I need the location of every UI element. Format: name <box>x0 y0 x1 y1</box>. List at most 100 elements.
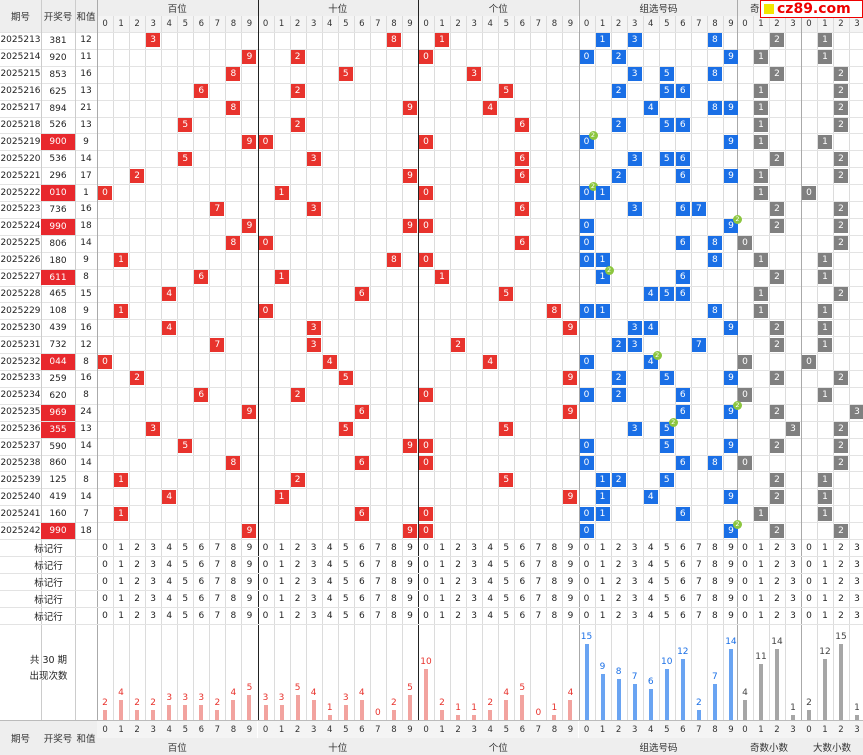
mark-cell[interactable]: 5 <box>498 573 514 590</box>
mark-cell[interactable]: 3 <box>466 539 482 556</box>
mark-cell[interactable]: 2 <box>833 607 849 624</box>
mark-cell[interactable]: 5 <box>338 573 354 590</box>
mark-cell[interactable]: 9 <box>241 556 257 573</box>
mark-cell[interactable]: 0 <box>579 573 595 590</box>
mark-cell[interactable]: 2 <box>290 573 306 590</box>
mark-cell[interactable]: 8 <box>386 573 402 590</box>
mark-cell[interactable]: 2 <box>129 556 145 573</box>
mark-cell[interactable]: 3 <box>785 539 801 556</box>
mark-cell[interactable]: 2 <box>611 539 627 556</box>
mark-cell[interactable]: 0 <box>737 590 753 607</box>
mark-cell[interactable]: 7 <box>691 556 707 573</box>
mark-cell[interactable]: 2 <box>450 556 466 573</box>
mark-cell[interactable]: 9 <box>562 539 578 556</box>
mark-cell[interactable]: 3 <box>627 590 643 607</box>
mark-cell[interactable]: 5 <box>498 539 514 556</box>
mark-cell[interactable]: 2 <box>290 556 306 573</box>
mark-row-label[interactable]: 标记行 <box>0 573 97 590</box>
mark-cell[interactable]: 3 <box>145 590 161 607</box>
mark-cell[interactable]: 5 <box>659 573 675 590</box>
mark-cell[interactable]: 3 <box>145 539 161 556</box>
mark-cell[interactable]: 3 <box>785 573 801 590</box>
mark-row-label[interactable]: 标记行 <box>0 556 97 573</box>
mark-cell[interactable]: 4 <box>482 573 498 590</box>
mark-cell[interactable]: 3 <box>627 607 643 624</box>
mark-cell[interactable]: 2 <box>290 607 306 624</box>
mark-cell[interactable]: 7 <box>530 573 546 590</box>
mark-cell[interactable]: 6 <box>675 607 691 624</box>
mark-cell[interactable]: 1 <box>113 607 129 624</box>
mark-cell[interactable]: 7 <box>370 556 386 573</box>
mark-cell[interactable]: 6 <box>514 539 530 556</box>
mark-cell[interactable]: 1 <box>817 607 833 624</box>
mark-cell[interactable]: 7 <box>691 590 707 607</box>
mark-cell[interactable]: 4 <box>482 607 498 624</box>
mark-cell[interactable]: 4 <box>322 573 338 590</box>
mark-cell[interactable]: 0 <box>418 590 434 607</box>
mark-cell[interactable]: 5 <box>498 556 514 573</box>
mark-cell[interactable]: 5 <box>177 539 193 556</box>
mark-cell[interactable]: 1 <box>113 556 129 573</box>
mark-cell[interactable]: 9 <box>562 607 578 624</box>
mark-cell[interactable]: 1 <box>434 539 450 556</box>
mark-cell[interactable]: 8 <box>225 573 241 590</box>
mark-cell[interactable]: 1 <box>753 607 769 624</box>
mark-cell[interactable]: 7 <box>370 573 386 590</box>
mark-cell[interactable]: 8 <box>386 590 402 607</box>
mark-cell[interactable]: 3 <box>466 607 482 624</box>
mark-cell[interactable]: 4 <box>482 556 498 573</box>
mark-cell[interactable]: 6 <box>675 539 691 556</box>
mark-cell[interactable]: 6 <box>354 539 370 556</box>
mark-cell[interactable]: 5 <box>498 590 514 607</box>
mark-cell[interactable]: 4 <box>643 590 659 607</box>
mark-cell[interactable]: 3 <box>306 556 322 573</box>
mark-cell[interactable]: 0 <box>258 556 274 573</box>
mark-cell[interactable]: 9 <box>402 590 418 607</box>
mark-cell[interactable]: 1 <box>753 573 769 590</box>
mark-cell[interactable]: 9 <box>241 590 257 607</box>
mark-cell[interactable]: 7 <box>530 590 546 607</box>
mark-cell[interactable]: 4 <box>482 590 498 607</box>
mark-cell[interactable]: 1 <box>274 539 290 556</box>
mark-cell[interactable]: 5 <box>177 556 193 573</box>
mark-cell[interactable]: 4 <box>161 556 177 573</box>
mark-cell[interactable]: 3 <box>466 556 482 573</box>
mark-cell[interactable]: 6 <box>354 573 370 590</box>
mark-cell[interactable]: 0 <box>801 590 817 607</box>
mark-cell[interactable]: 4 <box>322 539 338 556</box>
mark-cell[interactable]: 7 <box>370 539 386 556</box>
mark-cell[interactable]: 7 <box>530 607 546 624</box>
mark-cell[interactable]: 1 <box>113 573 129 590</box>
mark-cell[interactable]: 1 <box>113 539 129 556</box>
mark-cell[interactable]: 2 <box>129 573 145 590</box>
mark-cell[interactable]: 1 <box>817 539 833 556</box>
mark-cell[interactable]: 0 <box>579 556 595 573</box>
mark-cell[interactable]: 2 <box>129 607 145 624</box>
mark-cell[interactable]: 2 <box>769 590 785 607</box>
mark-cell[interactable]: 9 <box>402 556 418 573</box>
mark-cell[interactable]: 5 <box>338 607 354 624</box>
mark-cell[interactable]: 3 <box>145 556 161 573</box>
mark-cell[interactable]: 3 <box>785 556 801 573</box>
mark-cell[interactable]: 1 <box>434 590 450 607</box>
mark-cell[interactable]: 8 <box>546 607 562 624</box>
mark-cell[interactable]: 3 <box>145 607 161 624</box>
mark-cell[interactable]: 3 <box>627 539 643 556</box>
mark-cell[interactable]: 1 <box>817 590 833 607</box>
mark-cell[interactable]: 7 <box>530 539 546 556</box>
mark-cell[interactable]: 6 <box>514 573 530 590</box>
mark-cell[interactable]: 5 <box>659 607 675 624</box>
mark-row-label[interactable]: 标记行 <box>0 607 97 624</box>
mark-cell[interactable]: 4 <box>322 556 338 573</box>
mark-cell[interactable]: 9 <box>241 539 257 556</box>
mark-cell[interactable]: 6 <box>193 539 209 556</box>
mark-cell[interactable]: 8 <box>386 607 402 624</box>
mark-cell[interactable]: 0 <box>418 607 434 624</box>
mark-cell[interactable]: 5 <box>498 607 514 624</box>
mark-cell[interactable]: 8 <box>225 556 241 573</box>
mark-cell[interactable]: 0 <box>418 573 434 590</box>
mark-cell[interactable]: 5 <box>338 590 354 607</box>
mark-cell[interactable]: 9 <box>562 556 578 573</box>
mark-cell[interactable]: 8 <box>707 556 723 573</box>
mark-cell[interactable]: 2 <box>611 556 627 573</box>
